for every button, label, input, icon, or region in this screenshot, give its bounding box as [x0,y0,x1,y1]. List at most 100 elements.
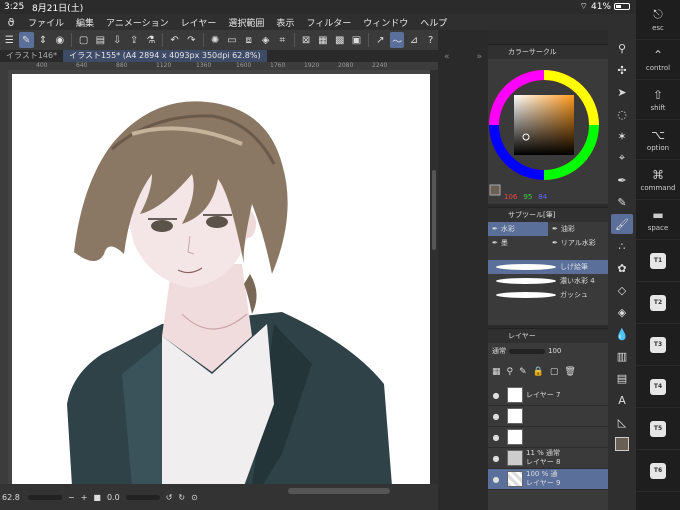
operation-icon[interactable]: ➤ [611,82,633,102]
clip-icon[interactable]: ▦ [492,367,501,377]
wand-icon[interactable]: ✶ [611,126,633,146]
opacity-value[interactable]: 100 [548,347,561,355]
undo-icon[interactable]: ↶ [167,32,182,48]
quick-key-t2[interactable]: T2 [636,282,680,324]
clip-logo-icon[interactable]: ϑ [0,16,22,29]
subtool-ink-button[interactable]: ✒ 墨 [488,236,548,250]
rotate-left-icon[interactable]: ↺ [166,493,173,502]
ruler-icon[interactable]: ◺ [611,412,633,432]
help-icon[interactable]: ? [423,32,438,48]
menu-view[interactable]: 表示 [270,16,300,29]
menu-selection[interactable]: 選択範囲 [222,16,270,29]
r-value[interactable]: 106 [504,193,517,201]
visibility-eye-icon[interactable]: ● [488,475,504,484]
canvas-vertical-scrollbar[interactable] [430,70,438,484]
airbrush-icon[interactable]: ∴ [611,236,633,256]
layer-row-selected[interactable]: ● 100 % 通レイヤー 9 [488,469,608,490]
collapse-left-icon[interactable]: « [444,52,450,62]
zoom-level[interactable]: 62.8 [2,493,22,502]
quick-key-t6[interactable]: T6 [636,450,680,492]
rotate-right-icon[interactable]: ↻ [178,493,185,502]
control-key[interactable]: ⌃ control [636,40,680,80]
visibility-eye-icon[interactable]: ● [488,433,504,442]
menu-animation[interactable]: アニメーション [100,16,175,29]
visibility-eye-icon[interactable]: ● [488,454,504,463]
draft-icon[interactable]: ✎ [519,367,527,377]
canvas-area[interactable] [8,70,430,486]
quick-key-t3[interactable]: T3 [636,324,680,366]
esc-key[interactable]: ⎋ esc [636,0,680,40]
menu-filter[interactable]: フィルター [300,16,357,29]
decoration-icon[interactable]: ✿ [611,258,633,278]
new-layer-icon[interactable]: ▢ [550,367,559,377]
brush-icon[interactable]: 🖌 [611,214,633,234]
clear-outside-icon[interactable]: ⧈ [241,32,256,48]
loading-icon[interactable]: ✺ [208,32,223,48]
lock-icon[interactable]: 🔒 [533,367,544,377]
select-all-icon[interactable]: ▩ [332,32,347,48]
quick-key-t4[interactable]: T4 [636,366,680,408]
fit-icon[interactable]: ■ [93,493,101,502]
subtool-oil-button[interactable]: ✒ 油彩 [548,222,608,236]
arrange-icon[interactable]: ⇕ [36,32,51,48]
brush-item[interactable]: ガッシュ [488,288,608,302]
visibility-eye-icon[interactable]: ● [488,412,504,421]
reset-rotation-icon[interactable]: ⊙ [191,493,198,502]
fill-icon[interactable]: ◈ [258,32,273,48]
g-value[interactable]: 95 [523,193,532,201]
new-file-icon[interactable]: ▢ [76,32,91,48]
layer-row[interactable]: ● [488,427,608,448]
snap-grid-icon[interactable]: ⊿ [406,32,421,48]
layer-row[interactable]: ● [488,406,608,427]
menu-file[interactable]: ファイル [22,16,70,29]
subtool-real-watercolor-button[interactable]: ✒ リアル水彩 [548,236,608,250]
zoom-slider[interactable] [28,494,62,500]
crop-icon[interactable]: ▣ [349,32,364,48]
edit-mode-icon[interactable]: ✎ [18,32,34,48]
layer-row[interactable]: ● レイヤー 7 [488,385,608,406]
option-key[interactable]: ⌥ option [636,120,680,160]
opacity-slider[interactable] [509,348,545,354]
canvas-horizontal-scrollbar[interactable] [288,488,390,494]
brush-item[interactable]: しげ絵筆 [488,260,608,274]
move-icon[interactable]: ✣ [611,60,633,80]
visibility-eye-icon[interactable]: ● [488,391,504,400]
zoom-in-icon[interactable]: + [81,493,88,502]
brush-item[interactable]: 濃い水彩 4 [488,274,608,288]
pencil-icon[interactable]: ✎ [611,192,633,212]
redo-icon[interactable]: ↷ [184,32,199,48]
snap-ruler-icon[interactable]: ↗ [373,32,388,48]
eyedropper-icon[interactable]: ⌖ [611,148,633,168]
pen-icon[interactable]: ✒ [611,170,633,190]
blend-icon[interactable]: 💧 [611,324,633,344]
color-swatch-icon[interactable] [611,434,633,454]
menu-edit[interactable]: 編集 [70,16,100,29]
zoom-icon[interactable]: ⚲ [611,38,633,58]
tab-illust146[interactable]: イラスト146* [0,50,63,62]
layer-row[interactable]: ● 11 % 通常 レイヤー 8 [488,448,608,469]
shift-key[interactable]: ⇧ shift [636,80,680,120]
eraser-icon[interactable]: ◇ [611,280,633,300]
save-icon[interactable]: ⇩ [110,32,125,48]
zoom-out-icon[interactable]: − [68,493,75,502]
open-icon[interactable]: ▤ [93,32,108,48]
blend-mode-select[interactable]: 通常 [492,346,506,356]
quick-key-t5[interactable]: T5 [636,408,680,450]
color-wheel[interactable] [488,59,608,205]
hamburger-icon[interactable]: ☰ [2,32,17,48]
delete-layer-icon[interactable]: 🗑 [564,367,575,377]
record-icon[interactable]: ◉ [52,32,67,48]
rotation-slider[interactable] [125,494,160,500]
ref-icon[interactable]: ⚲ [507,367,514,377]
text-icon[interactable]: A [611,390,633,410]
subtool-watercolor-button[interactable]: ✒ 水彩 [488,222,548,236]
menu-help[interactable]: ヘルプ [414,16,453,29]
command-key[interactable]: ⌘ command [636,160,680,200]
clear-icon[interactable]: ▭ [225,32,240,48]
rotation-value[interactable]: 0.0 [107,493,120,502]
canvas-paper[interactable] [12,74,430,486]
collapse-right-icon[interactable]: » [476,52,482,62]
export-icon[interactable]: ⇪ [127,32,142,48]
snap-special-icon[interactable]: 〜 [389,32,405,48]
fill-bucket-icon[interactable]: ⚗ [143,32,158,48]
